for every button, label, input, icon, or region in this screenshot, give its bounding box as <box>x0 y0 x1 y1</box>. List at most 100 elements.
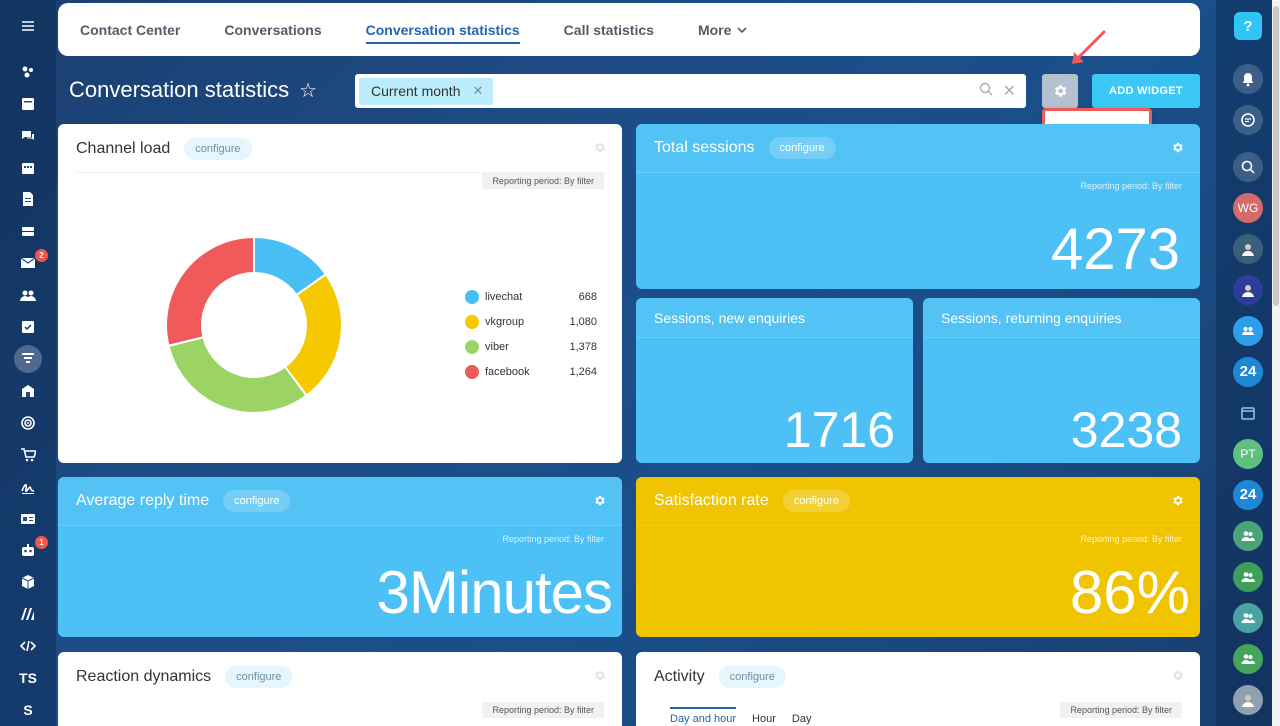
settings-gear-button[interactable] <box>1042 74 1078 108</box>
right-rail-calendar[interactable] <box>1228 392 1268 433</box>
returning-enquiries-value: 3238 <box>1070 402 1182 458</box>
tab-contact-center[interactable]: Contact Center <box>80 3 180 56</box>
scrollbar-thumb[interactable] <box>1273 6 1279 306</box>
chip-remove-icon[interactable]: ✕ <box>472 83 483 99</box>
right-rail-bell[interactable] <box>1228 58 1268 99</box>
reporting-period-label: Reporting period: By filter <box>1060 702 1182 718</box>
sidebar-item-filter-funnel[interactable] <box>0 343 56 375</box>
sidebar-item-contacts[interactable] <box>0 279 56 311</box>
star-icon[interactable]: ☆ <box>299 78 317 103</box>
calendar-icon <box>1233 398 1263 428</box>
sidebar-item-marketing[interactable] <box>0 598 56 630</box>
sidebar-item-code[interactable] <box>0 630 56 662</box>
id-card-icon <box>21 513 35 524</box>
average-reply-time-widget: Average reply time configure Reporting p… <box>58 477 622 637</box>
right-rail-avatar-photo[interactable] <box>1228 679 1268 720</box>
right-rail-avatar-photo[interactable] <box>1228 269 1268 310</box>
donut-slice-viber[interactable] <box>167 336 308 414</box>
right-rail-avatar[interactable]: 24 <box>1228 474 1268 515</box>
satisfaction-value: 86% <box>1069 559 1190 626</box>
widget-gear-icon[interactable] <box>1171 494 1184 512</box>
legend-label: facebook <box>485 365 530 378</box>
tab-conversation-statistics[interactable]: Conversation statistics <box>365 3 520 56</box>
reaction-dynamics-widget: Reaction dynamics configure Reporting pe… <box>58 652 622 726</box>
sidebar-item-mail[interactable]: 2 <box>0 247 56 279</box>
widget-divider <box>76 172 604 173</box>
widget-gear-icon[interactable] <box>1171 669 1184 687</box>
donut-slice-facebook[interactable] <box>165 235 255 347</box>
right-rail-group-chat[interactable] <box>1228 310 1268 351</box>
widget-gear-icon[interactable] <box>1171 141 1184 159</box>
sidebar-item-docs[interactable] <box>0 183 56 215</box>
widget-gear-icon[interactable] <box>593 494 606 512</box>
docs-icon <box>23 192 33 207</box>
robot-icon <box>22 544 34 557</box>
returning-enquiries-widget: Sessions, returning enquiries 3238 <box>923 298 1200 463</box>
widget-gear-icon[interactable] <box>593 141 606 159</box>
legend-value: 1,378 <box>569 340 597 353</box>
right-rail-search[interactable] <box>1228 146 1268 187</box>
configure-button[interactable]: configure <box>225 665 293 688</box>
sidebar-item-checklist[interactable] <box>0 311 56 343</box>
tab-day-and-hour[interactable]: Day and hour <box>670 707 737 725</box>
configure-button[interactable]: configure <box>184 137 252 160</box>
new-enquiries-widget: Sessions, new enquiries 1716 <box>636 298 913 463</box>
configure-button[interactable]: configure <box>782 490 850 512</box>
group-icon <box>1233 602 1263 633</box>
configure-button[interactable]: configure <box>718 665 786 688</box>
sidebar-item-sign[interactable] <box>0 471 56 503</box>
sidebar-item-text[interactable]: S <box>0 694 56 726</box>
tab-hour[interactable]: Hour <box>752 713 776 725</box>
legend-item-livechat[interactable]: livechat 668 <box>465 284 597 309</box>
sidebar-item-calendar[interactable] <box>0 152 56 184</box>
search-icon[interactable] <box>979 82 993 101</box>
legend-item-facebook[interactable]: facebook 1,264 <box>465 359 597 384</box>
tab-more[interactable]: More <box>698 3 747 56</box>
sidebar-item-text[interactable]: TS <box>0 662 56 694</box>
sidebar-item-activity-feed[interactable] <box>0 56 56 88</box>
tab-conversations[interactable]: Conversations <box>224 3 321 56</box>
right-rail-group[interactable] <box>1228 638 1268 679</box>
widget-gear-icon[interactable] <box>593 669 606 687</box>
sidebar-item-cart[interactable] <box>0 439 56 471</box>
avatar: 24 <box>1233 356 1263 387</box>
right-rail-chat-bubble[interactable] <box>1228 99 1268 140</box>
sidebar-item-menu[interactable] <box>0 0 56 52</box>
group-icon <box>1233 561 1263 592</box>
sidebar-item-shop[interactable] <box>0 375 56 407</box>
tab-call-statistics[interactable]: Call statistics <box>564 3 654 56</box>
checklist-icon <box>22 321 34 334</box>
clear-icon[interactable]: ✕ <box>1003 81 1016 101</box>
right-rail-group[interactable] <box>1228 556 1268 597</box>
configure-button[interactable]: configure <box>768 137 836 159</box>
sidebar-item-box[interactable] <box>0 566 56 598</box>
annotation-arrow-icon <box>1072 30 1106 64</box>
help-button[interactable]: ? <box>1228 0 1268 52</box>
legend-item-vkgroup[interactable]: vkgroup 1,080 <box>465 309 597 334</box>
sidebar-item-drive[interactable] <box>0 215 56 247</box>
sidebar-item-target[interactable] <box>0 407 56 439</box>
legend-dot <box>465 339 479 354</box>
sidebar-item-id-card[interactable] <box>0 503 56 535</box>
sidebar-item-chat[interactable] <box>0 120 56 152</box>
sidebar-item-tasks[interactable] <box>0 88 56 120</box>
widget-title: Reaction dynamics <box>76 667 212 685</box>
box-icon <box>21 575 35 590</box>
right-rail-avatar[interactable]: PT <box>1228 433 1268 474</box>
menu-icon <box>22 21 34 31</box>
sidebar-item-robot[interactable]: 1 <box>0 534 56 566</box>
right-rail-avatar[interactable]: WG <box>1228 187 1268 228</box>
right-rail-group[interactable] <box>1228 597 1268 638</box>
add-widget-button[interactable]: ADD WIDGET <box>1092 74 1200 108</box>
filter-search-input[interactable]: Current month ✕ ✕ <box>355 74 1026 108</box>
chevron-down-icon <box>737 26 747 33</box>
legend-item-viber[interactable]: viber 1,378 <box>465 334 597 359</box>
right-rail-avatar-photo[interactable] <box>1228 228 1268 269</box>
tab-day[interactable]: Day <box>792 713 812 725</box>
page-scrollbar[interactable] <box>1272 0 1280 726</box>
widget-title: Sessions, returning enquiries <box>941 309 1122 326</box>
configure-button[interactable]: configure <box>223 490 291 512</box>
filter-chip[interactable]: Current month ✕ <box>359 77 494 105</box>
right-rail-group[interactable] <box>1228 515 1268 556</box>
right-rail-avatar[interactable]: 24 <box>1228 351 1268 392</box>
